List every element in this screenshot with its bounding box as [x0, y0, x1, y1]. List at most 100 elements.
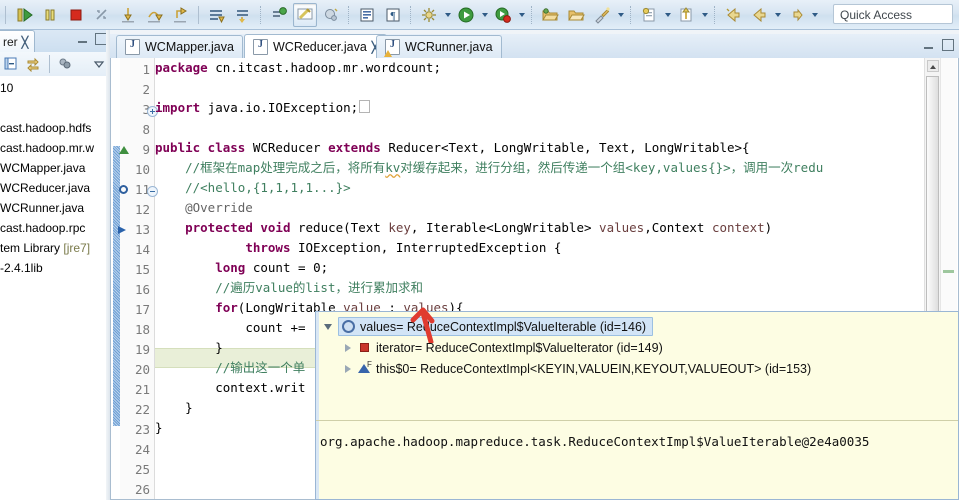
next-annotation-icon[interactable] [721, 3, 745, 27]
field-private-icon [360, 343, 369, 352]
new-java-class-icon[interactable] [205, 3, 229, 27]
code-line-15: long count = 0; [215, 260, 329, 275]
code-line-19: } [215, 340, 223, 355]
chevron-down-icon[interactable] [322, 321, 333, 332]
toolbar-separator [630, 5, 632, 24]
forward-dropdown-arrow[interactable] [809, 4, 820, 26]
variable-tree[interactable]: values= ReduceContextImpl$ValueIterable … [316, 312, 958, 404]
variable-row-values-selection[interactable]: values= ReduceContextImpl$ValueIterable … [338, 317, 654, 336]
tree-item[interactable]: 10 [0, 78, 110, 98]
java-file-icon [253, 39, 268, 55]
new-folder-icon[interactable] [538, 3, 562, 27]
chevron-right-icon[interactable] [342, 342, 353, 353]
scrollbar-thumb[interactable] [926, 76, 939, 351]
run-external-tools-icon[interactable] [491, 3, 515, 27]
variable-detail-pane[interactable]: org.apache.hadoop.mapreduce.task.ReduceC… [316, 424, 958, 499]
debug-icon[interactable] [417, 3, 441, 27]
skip-breakpoints-icon[interactable] [12, 3, 36, 27]
step-over-icon[interactable] [142, 3, 166, 27]
tab-wcrunner-label: WCRunner.java [405, 40, 493, 54]
tree-item[interactable]: cast.hadoop.hdfs [0, 118, 110, 138]
popup-divider [316, 420, 958, 421]
tree-item-wcreducer[interactable]: WCReducer.java [0, 178, 110, 198]
step-into-icon[interactable] [116, 3, 140, 27]
open-task-icon[interactable] [355, 3, 379, 27]
new-wizard-icon[interactable] [590, 3, 614, 27]
collapse-all-icon[interactable] [0, 54, 22, 74]
close-icon[interactable]: ╳ [22, 36, 29, 49]
new-wizard-dropdown-arrow[interactable] [615, 4, 626, 26]
tree-item-label: tem Library [0, 241, 64, 255]
code-line-16: //遍历value的list，进行累加求和 [155, 280, 423, 295]
forward-icon[interactable] [784, 3, 808, 27]
variable-row-iterator[interactable]: iterator= ReduceContextImpl$ValueIterato… [316, 337, 958, 358]
previous-annotation-icon[interactable] [747, 3, 771, 27]
pilcrow-icon[interactable]: ¶ [381, 3, 405, 27]
tree-item[interactable]: cast.hadoop.mr.w [0, 138, 110, 158]
package-explorer-tabrow: rer ╳ [0, 30, 110, 53]
minimize-icon[interactable] [77, 33, 89, 45]
annotation-dropdown-arrow[interactable] [772, 4, 783, 26]
variable-row-this0[interactable]: this$0= ReduceContextImpl<KEYIN,VALUEIN,… [316, 358, 958, 379]
tree-item-suffix: [jre7] [63, 241, 91, 255]
variable-row-values-label: values= ReduceContextImpl$ValueIterable … [360, 319, 647, 334]
open-type-icon[interactable] [319, 3, 343, 27]
line-number: 15 [134, 262, 150, 277]
eclipse-window: ¶ Quick Access rer ╳ 10 cast.hadoop.hdfs… [0, 0, 959, 500]
code-line-13: protected void reduce(Text key, Iterable… [185, 220, 773, 235]
scroll-up-arrow-icon[interactable] [927, 60, 939, 72]
toolbar-separator [260, 5, 262, 24]
highlight-pen-icon[interactable] [293, 2, 317, 27]
variable-row-values[interactable]: values= ReduceContextImpl$ValueIterable … [316, 316, 958, 337]
step-return-icon[interactable] [168, 3, 192, 27]
disconnect-icon[interactable] [90, 3, 114, 27]
quick-access-field[interactable]: Quick Access [833, 4, 953, 24]
run-dropdown-arrow[interactable] [479, 4, 490, 26]
line-number: 22 [134, 402, 150, 417]
debug-variable-hover-popup[interactable]: values= ReduceContextImpl$ValueIterable … [315, 311, 959, 500]
link-with-editor-icon[interactable] [22, 54, 44, 74]
maximize-icon[interactable] [942, 39, 954, 51]
suspend-icon[interactable] [38, 3, 62, 27]
toggle-mark-occurrences-icon[interactable] [267, 3, 291, 27]
view-menu-icon[interactable] [54, 54, 76, 74]
chevron-right-icon[interactable] [342, 363, 353, 374]
package-explorer-tree[interactable]: 10 cast.hadoop.hdfs cast.hadoop.mr.w WCM… [0, 76, 110, 500]
tree-item-wcrunner[interactable]: WCRunner.java [0, 198, 110, 218]
package-explorer-toolbar [0, 52, 110, 77]
debug-dropdown-arrow[interactable] [442, 4, 453, 26]
tab-wcrunner[interactable]: WCRunner.java [376, 35, 502, 58]
toolbar-separator [348, 5, 350, 24]
line-number: 17 [134, 302, 150, 317]
tree-item-wcmapper[interactable]: WCMapper.java [0, 158, 110, 178]
toolbar-separator [5, 5, 6, 24]
open-folder-icon[interactable] [564, 3, 588, 27]
search-dropdown-arrow[interactable] [662, 4, 673, 26]
change-ruler [112, 58, 120, 499]
tab-wcreducer-label: WCReducer.java [273, 40, 367, 54]
external-tools-dropdown-arrow[interactable] [516, 4, 527, 26]
toolbar-separator [714, 5, 716, 24]
last-edit-location-icon[interactable] [674, 3, 698, 27]
tree-item[interactable]: cast.hadoop.rpc [0, 218, 110, 238]
line-number: 21 [134, 382, 150, 397]
java-file-icon [125, 39, 140, 55]
new-java-package-icon[interactable] [231, 3, 255, 27]
code-line-22: } [185, 400, 193, 415]
search-icon[interactable] [637, 3, 661, 27]
tab-package-explorer[interactable]: rer ╳ [0, 30, 36, 53]
minimize-icon[interactable] [923, 39, 935, 51]
tree-item[interactable]: -2.4.1lib [0, 258, 110, 278]
overview-mark-occurrence[interactable] [943, 270, 954, 273]
folded-imports-box[interactable] [359, 100, 371, 113]
tree-item-blank [0, 98, 110, 118]
tree-item-jre[interactable]: tem Library [jre7] [0, 238, 110, 258]
code-line-10: //框架在map处理完成之后，将所有kv对缓存起来，进行分组，然后传递一个组<k… [155, 160, 824, 175]
tab-wcreducer[interactable]: WCReducer.java ╳ [244, 34, 388, 59]
last-edit-dropdown-arrow[interactable] [699, 4, 710, 26]
terminate-icon[interactable] [64, 3, 88, 27]
tab-wcmapper[interactable]: WCMapper.java [116, 35, 243, 58]
editor-window-controls [923, 39, 954, 51]
line-number: 8 [142, 122, 150, 137]
run-icon[interactable] [454, 3, 478, 27]
